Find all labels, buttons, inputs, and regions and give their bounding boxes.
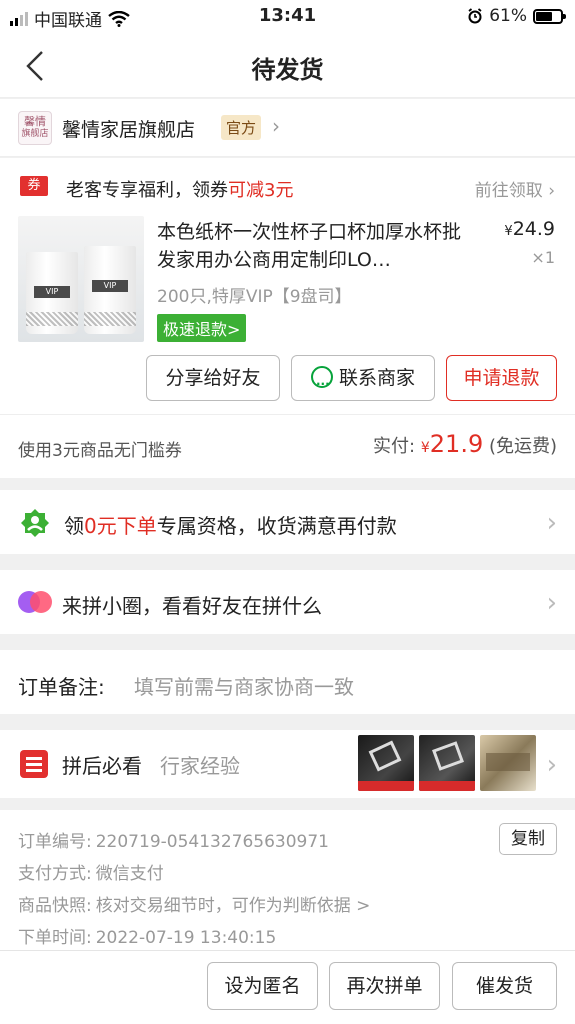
chevron-right-icon: ›	[546, 588, 557, 618]
cup-band: VIP	[92, 280, 128, 292]
official-badge: 官方	[221, 115, 262, 140]
claim-coupon-label: 前往领取	[474, 181, 543, 201]
urge-shipping-button[interactable]: 催发货	[452, 962, 557, 1010]
alarm-icon	[468, 8, 482, 24]
promo-prefix: 领	[64, 514, 84, 538]
snapshot-label: 商品快照:	[18, 896, 92, 916]
contact-label: 联系商家	[338, 367, 415, 389]
guide-thumbnail[interactable]	[419, 735, 475, 791]
urge-label: 催发货	[475, 975, 533, 997]
order-time-line: 下单时间: 2022-07-19 13:40:15	[18, 923, 276, 948]
page-title: 待发货	[251, 56, 324, 84]
pay-method: 微信支付	[95, 864, 164, 884]
price-value: 24.9	[512, 218, 555, 240]
shop-row[interactable]: 馨情 旗舰店 馨情家居旗舰店 官方 ›	[0, 99, 575, 157]
guide-thumbnail[interactable]	[480, 735, 536, 791]
guide-thumbnail[interactable]	[358, 735, 414, 791]
note-input[interactable]: 填写前需与商家协商一致	[134, 671, 354, 700]
snapshot-link[interactable]: 核对交易细节时，可作为判断依据 >	[96, 896, 371, 916]
product-price: ¥24.9	[504, 218, 555, 240]
product-quantity: ×1	[531, 248, 555, 267]
pay-method-line: 支付方式: 微信支付	[18, 859, 164, 884]
status-right: 61%	[467, 6, 566, 26]
chevron-right-icon: ›	[546, 750, 557, 780]
cup-band: VIP	[34, 286, 70, 298]
snapshot-line[interactable]: 商品快照: 核对交易细节时，可作为判断依据 >	[18, 891, 370, 916]
coupon-text-prefix: 老客专享福利，领券	[66, 180, 228, 201]
order-number-line: 订单编号: 220719-054132765630971	[18, 827, 329, 852]
paid-currency: ¥	[420, 440, 430, 456]
chat-icon	[310, 362, 333, 406]
order-number: 220719-054132765630971	[95, 832, 330, 852]
product-spec: 200只,特厚VIP【9盘司】	[157, 287, 352, 307]
circle-text: 来拼小圈，看看好友在拼什么	[62, 594, 322, 618]
coupon-text: 老客专享福利，领券可减3元	[66, 176, 293, 202]
cup-graphic: VIP	[84, 246, 136, 334]
cup-pattern	[26, 312, 78, 326]
order-time: 2022-07-19 13:40:15	[95, 928, 277, 948]
guide-icon	[20, 750, 48, 778]
order-time-label: 下单时间:	[18, 928, 92, 948]
request-refund-button[interactable]: 申请退款	[446, 355, 557, 401]
copy-button[interactable]: 复制	[499, 823, 557, 855]
contact-seller-button[interactable]: 联系商家	[291, 355, 435, 406]
anonymous-label: 设为匿名	[224, 975, 301, 997]
cup-graphic: VIP	[26, 252, 78, 334]
price-currency: ¥	[504, 224, 513, 239]
promo-highlight: 0元下单	[84, 514, 157, 538]
battery-icon	[533, 8, 566, 24]
qualification-icon	[21, 509, 49, 537]
product-title[interactable]: 本色纸杯一次性杯子口杯加厚水杯批发家用办公商用定制印LO…	[157, 218, 473, 274]
guide-subtitle: 行家经验	[160, 754, 240, 778]
rebuy-button[interactable]: 再次拼单	[329, 962, 440, 1010]
shop-logo: 馨情 旗舰店	[18, 111, 52, 145]
chevron-right-icon: ›	[546, 508, 557, 538]
shipping-note: (免运费)	[488, 436, 557, 457]
chevron-right-icon: ›	[548, 181, 555, 201]
shop-logo-text: 馨情	[24, 115, 46, 128]
shop-logo-subtext: 旗舰店	[21, 129, 49, 139]
claim-coupon-link[interactable]: 前往领取 ›	[475, 176, 555, 201]
battery-percent: 61%	[489, 6, 527, 26]
circle-icon	[30, 591, 52, 613]
coupon-icon: 券	[20, 176, 48, 196]
share-label: 分享给好友	[165, 367, 261, 389]
promo-suffix: 专属资格，收货满意再付款	[156, 514, 397, 538]
chevron-right-icon: ›	[272, 114, 280, 138]
rebuy-label: 再次拼单	[346, 975, 423, 997]
status-bar: 中国联通 13:41 61%	[0, 0, 575, 34]
anonymous-button[interactable]: 设为匿名	[207, 962, 318, 1010]
order-number-label: 订单编号:	[18, 832, 92, 852]
fast-refund-badge[interactable]: 极速退款>	[157, 314, 247, 342]
coupon-used-note: 使用3元商品无门槛券	[18, 441, 182, 461]
product-image[interactable]: VIP VIP	[18, 216, 144, 342]
paid-value: 21.9	[429, 430, 484, 458]
paid-amount: 实付: ¥21.9 (免运费)	[373, 430, 557, 458]
refund-label: 申请退款	[463, 367, 540, 389]
nav-bar: 待发货	[0, 34, 575, 98]
paid-label: 实付:	[373, 436, 416, 457]
shop-name: 馨情家居旗舰店	[62, 119, 196, 141]
promo-text: 领0元下单专属资格，收货满意再付款	[64, 510, 397, 539]
guide-title: 拼后必看	[62, 754, 142, 778]
pay-method-label: 支付方式:	[18, 864, 92, 884]
share-button[interactable]: 分享给好友	[146, 355, 280, 401]
cup-pattern	[84, 312, 136, 326]
coupon-text-highlight: 可减3元	[228, 180, 294, 201]
note-label: 订单备注:	[18, 675, 105, 699]
